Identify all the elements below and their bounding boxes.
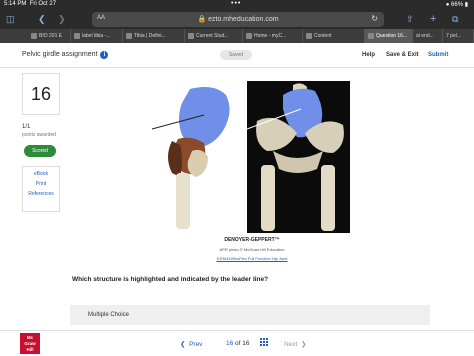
answer-type-label: Multiple Choice	[88, 312, 130, 318]
tab-3[interactable]: Current Stud...	[185, 29, 243, 43]
tab-favicon-icon	[74, 32, 80, 39]
tab-strip: BIO 201 E label tibia -... Tibia | Defin…	[0, 29, 474, 43]
address-bar[interactable]: AA 🔒 ezto.mheducation.com ↻	[92, 12, 384, 27]
share-icon[interactable]: ⇧	[406, 10, 414, 29]
tab-4[interactable]: Home - myC...	[243, 29, 303, 43]
saved-badge: Saved	[220, 50, 252, 60]
save-exit-button[interactable]: Save & Exit	[386, 52, 419, 58]
back-icon[interactable]: ❮	[38, 10, 46, 29]
tab-favicon-icon	[368, 32, 374, 39]
next-button[interactable]: Next ❯	[284, 340, 306, 348]
model-brand: DENOYER-GEPPERT™	[224, 237, 280, 243]
tab-1[interactable]: label tibia -...	[71, 29, 123, 43]
tab-0[interactable]: BIO 201 E	[28, 29, 71, 43]
tab-favicon-icon	[188, 32, 194, 39]
prev-button[interactable]: ❮ Prev	[180, 340, 202, 348]
reload-icon[interactable]: ↻	[371, 14, 378, 23]
tab-favicon-icon	[306, 32, 312, 39]
info-icon[interactable]: i	[100, 51, 109, 59]
status-time: 5:14 PM Fri Oct 27	[4, 1, 57, 7]
page-indicator: 16 of 16	[226, 340, 250, 347]
mcgraw-hill-logo: Mc Graw Hill	[20, 333, 40, 354]
scored-badge: Scored	[24, 145, 56, 157]
points-label: points awarded	[22, 132, 56, 138]
pager-bar: Mc Graw Hill ❮ Prev 16 of 16 Next ❯	[0, 330, 474, 356]
sidebar-icon[interactable]: ◫	[6, 10, 15, 29]
battery-indicator: ● 66% ▮	[445, 2, 468, 8]
answer-section: Multiple Choice	[70, 305, 430, 325]
tab-2[interactable]: Tibia | Defini...	[123, 29, 185, 43]
status-bar: 5:14 PM Fri Oct 27 ••• ● 66% ▮	[0, 0, 474, 10]
submit-button[interactable]: Submit	[428, 52, 448, 58]
references-link[interactable]: References	[23, 191, 59, 197]
question-number: 16	[22, 73, 60, 115]
ebook-link[interactable]: eBook	[23, 171, 59, 177]
tab-5[interactable]: Content	[303, 29, 365, 43]
tab-favicon-icon	[246, 32, 252, 39]
hip-model-image	[142, 81, 242, 233]
tab-favicon-icon	[126, 32, 132, 39]
pelvis-photo	[246, 81, 350, 233]
assignment-header: Pelvic girdle assignment i Saved Help Sav…	[0, 43, 474, 68]
new-tab-icon[interactable]: +	[430, 10, 436, 29]
url-text: 🔒 ezto.mheducation.com	[197, 16, 279, 23]
tab-8[interactable]: 7 pel...	[443, 29, 474, 43]
tab-6-active[interactable]: Question 16...	[365, 29, 413, 43]
question-grid-icon[interactable]	[260, 338, 268, 346]
model-link[interactable]: SJR#41t/BroFlex Full Function Hip Joint	[200, 256, 304, 261]
photo-credit: APR photo © McGraw-Hill Education	[219, 247, 285, 252]
browser-toolbar: ◫ ❮ ❯ AA 🔒 ezto.mheducation.com ↻ ⇧ + ⧉	[0, 10, 474, 29]
question-text: Which structure is highlighted and indic…	[72, 276, 269, 283]
resource-links: eBook Print References	[22, 166, 60, 212]
tab-overview-icon[interactable]: ⧉	[452, 10, 458, 29]
forward-icon[interactable]: ❯	[58, 10, 66, 29]
print-link[interactable]: Print	[23, 181, 59, 187]
tab-7[interactable]: al end...	[413, 29, 443, 43]
assignment-title: Pelvic girdle assignment i	[22, 51, 109, 59]
multitask-dots[interactable]: •••	[231, 0, 241, 7]
points-value: 1/1	[22, 124, 31, 130]
tab-favicon-icon	[31, 32, 37, 39]
help-button[interactable]: Help	[362, 52, 375, 58]
